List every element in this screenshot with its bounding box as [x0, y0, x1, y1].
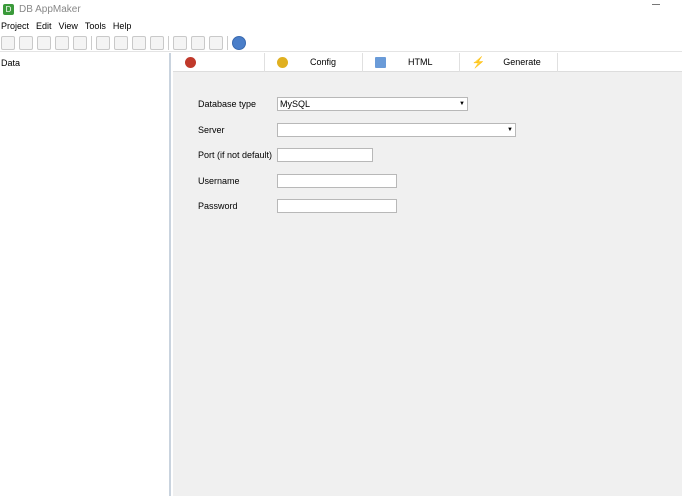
menu-bar: Project Edit View Tools Help	[0, 19, 131, 33]
password-label: Password	[198, 201, 238, 211]
new-icon[interactable]	[1, 35, 15, 50]
tab-config[interactable]: Config	[265, 52, 364, 72]
page-icon[interactable]	[191, 35, 205, 50]
save-icon[interactable]	[37, 35, 51, 50]
server-label: Server	[198, 125, 225, 135]
database-type-select[interactable]: MySQL	[277, 97, 468, 111]
tab-bar: Config HTML ⚡ Generate	[173, 52, 682, 72]
username-input[interactable]	[277, 174, 397, 188]
minimize-button[interactable]	[652, 4, 660, 5]
tab-label: Generate	[503, 57, 541, 67]
menu-project[interactable]: Project	[1, 21, 29, 31]
open-icon[interactable]	[19, 35, 33, 50]
export-icon[interactable]	[209, 35, 223, 50]
title-bar: D DB AppMaker	[0, 0, 682, 18]
database-type-label: Database type	[198, 99, 257, 109]
tab-label: HTML	[408, 57, 433, 67]
server-combobox[interactable]	[277, 123, 516, 137]
separator	[91, 35, 92, 50]
document-icon[interactable]	[132, 35, 146, 50]
password-input[interactable]	[277, 199, 397, 213]
config-icon	[277, 56, 288, 68]
help-icon[interactable]	[232, 35, 246, 50]
tab-generate[interactable]: ⚡ Generate	[460, 52, 558, 72]
window-title: DB AppMaker	[19, 3, 81, 15]
tab-html[interactable]: HTML	[363, 52, 460, 72]
menu-view[interactable]: View	[59, 21, 78, 31]
sort-icon[interactable]	[55, 35, 69, 50]
menu-tools[interactable]: Tools	[85, 21, 106, 31]
lightning-icon: ⚡	[471, 56, 486, 69]
database-icon	[185, 56, 196, 68]
port-input[interactable]	[277, 148, 373, 162]
image-icon[interactable]	[173, 35, 187, 50]
html-icon	[375, 56, 387, 68]
left-panel: Data	[0, 53, 171, 496]
toolbar	[0, 34, 682, 52]
tab-label: Config	[310, 57, 337, 67]
menu-help[interactable]: Help	[113, 21, 132, 31]
separator	[227, 35, 228, 50]
separator	[168, 35, 169, 50]
tool-icon[interactable]	[96, 35, 110, 50]
port-label: Port (if not default)	[198, 150, 273, 160]
window-icon[interactable]	[73, 35, 87, 50]
lock-icon[interactable]	[114, 35, 128, 50]
text-icon[interactable]	[150, 35, 164, 50]
app-icon: D	[3, 3, 14, 15]
menu-edit[interactable]: Edit	[36, 21, 52, 31]
left-panel-header: Data	[1, 58, 21, 68]
connection-form: Database type MySQL Server Port (if not d…	[173, 72, 682, 496]
tab-database[interactable]	[173, 52, 265, 72]
username-label: Username	[198, 176, 240, 186]
